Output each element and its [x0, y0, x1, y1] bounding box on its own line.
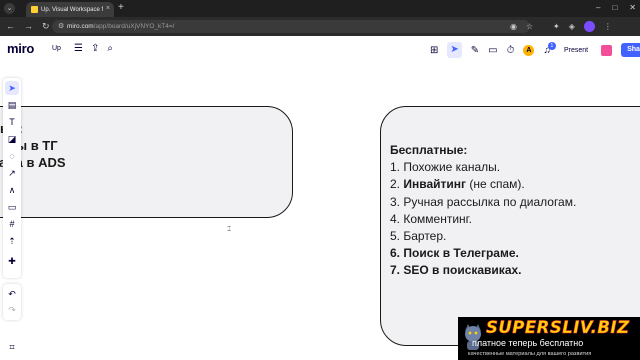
window-controls: – □ ✕ — [596, 1, 636, 15]
site-info-icon[interactable]: ⚙ — [58, 22, 64, 31]
collaboration-toolbar: ⊞ ➤ ✎ ▭ ⏱ A ♫1 Present Share — [430, 41, 640, 59]
undo-redo-panel: ↶ ↷ — [3, 284, 21, 320]
url-path: /app/board/uXjVNYO_kT4=/ — [93, 23, 175, 30]
list-item: 6. Поиск в Телеграме. — [390, 246, 519, 261]
browser-address-bar: ← → ↻ ⚙ miro.com/app/board/uXjVNYO_kT4=/… — [0, 17, 640, 36]
avatar[interactable]: A — [523, 44, 535, 56]
share-button[interactable]: Share — [621, 43, 640, 57]
extension-icons: ✦ ◈ ⋮ — [553, 21, 612, 32]
comment-tool-icon[interactable]: ▭ — [5, 200, 19, 214]
url-domain: miro.com — [67, 23, 94, 30]
omnibox-actions: ◉ ☆ — [510, 20, 533, 33]
tab-title: Up. Visual Workspace for Inno — [41, 7, 103, 13]
watermark-tagline: платное теперь бесплатно — [472, 338, 584, 348]
select-cursor-icon[interactable]: ➤ — [447, 42, 462, 58]
timer-icon[interactable]: ⏱ — [507, 45, 515, 56]
connection-line-icon[interactable]: ↗ — [5, 166, 19, 180]
close-window-icon[interactable]: ✕ — [629, 1, 636, 15]
right-card-text[interactable]: Бесплатные: 1. Похожие каналы. 2. Инвайт… — [390, 142, 640, 280]
browser-tab[interactable]: Up. Visual Workspace for Inno × — [26, 2, 114, 17]
list-item: 7. SEO в поискавиках. — [390, 263, 522, 278]
back-icon[interactable]: ← — [6, 21, 15, 32]
profile-avatar[interactable] — [583, 21, 595, 32]
maximize-icon[interactable]: □ — [612, 1, 617, 15]
browser-tab-bar: ⌄ Up. Visual Workspace for Inno × + – □ … — [0, 0, 640, 17]
mouse-cursor-icon: ⌶ — [227, 226, 232, 233]
sticky-note-icon[interactable]: ◪ — [5, 132, 19, 146]
watermark-subline: качественные материалы для вашего развит… — [468, 351, 592, 357]
frame-tool-icon[interactable]: # — [5, 217, 19, 231]
templates-icon[interactable]: ▤ — [5, 98, 19, 112]
extension-icon[interactable]: ✦ — [553, 21, 560, 32]
nav-buttons: ← → ↻ — [6, 21, 50, 32]
pink-app-icon[interactable] — [601, 44, 613, 56]
puzzle-icon[interactable]: ◈ — [569, 21, 575, 32]
url-text: miro.com/app/board/uXjVNYO_kT4=/ — [67, 22, 175, 31]
minimize-icon[interactable]: – — [596, 1, 600, 15]
export-icon[interactable]: ⇪ — [91, 42, 99, 56]
watermark-brand: SUPERSLIV.BIZ — [486, 318, 630, 338]
board-menu-icons: ☰ ⇪ ⌕ — [74, 42, 113, 56]
eye-icon[interactable]: ◉ — [510, 20, 517, 33]
miro-board[interactable]: ые: вы в ТГ ама в ADS Бесплатные: 1. Пох… — [0, 36, 640, 360]
list-item: 4. Комментинг. — [390, 211, 472, 226]
reload-icon[interactable]: ↻ — [42, 21, 50, 32]
list-item: 5. Бартер. — [390, 229, 447, 244]
watermark: SUPERSLIV.BIZ платное теперь бесплатно к… — [458, 317, 640, 360]
text-tool-icon[interactable]: T — [5, 115, 19, 129]
tab-search-icon[interactable]: ⌄ — [4, 3, 15, 14]
board-name[interactable]: Up — [52, 43, 61, 55]
url-input[interactable]: ⚙ miro.com/app/board/uXjVNYO_kT4=/ — [52, 20, 530, 33]
comment-icon[interactable]: ▭ — [488, 45, 497, 56]
redo-icon[interactable]: ↷ — [5, 303, 19, 317]
more-menu-icon[interactable]: ⋮ — [604, 21, 612, 32]
shapes-icon[interactable]: ◌ — [5, 149, 19, 163]
list-item: 1. Похожие каналы. — [390, 160, 501, 175]
miro-top-bar: miro Up ☰ ⇪ ⌕ ⊞ ➤ ✎ ▭ ⏱ A ♫ 1 Present Sha… — [0, 36, 640, 64]
new-tab-icon[interactable]: + — [118, 2, 124, 14]
forward-icon[interactable]: → — [24, 21, 33, 32]
list-item: 3. Ручная рассылка по диалогам. — [390, 194, 577, 209]
search-icon[interactable]: ⌕ — [107, 42, 113, 56]
tab-close-icon[interactable]: × — [106, 4, 110, 14]
select-tool-icon[interactable]: ➤ — [5, 81, 19, 95]
pen-icon[interactable]: ∧ — [5, 183, 19, 197]
upload-icon[interactable]: ⇡ — [5, 234, 19, 248]
apps-icon[interactable]: ⊞ — [430, 45, 438, 56]
bookmark-star-icon[interactable]: ☆ — [526, 20, 533, 33]
menu-icon[interactable]: ☰ — [74, 42, 83, 56]
card-heading: Бесплатные: — [390, 143, 468, 157]
more-apps-icon[interactable]: ✚ — [5, 254, 19, 268]
list-item: 2. Инвайтинг (не спам). — [390, 177, 525, 192]
undo-icon[interactable]: ↶ — [5, 287, 19, 301]
reactions-icon[interactable]: ✎ — [471, 45, 479, 56]
notifications-icon[interactable]: ♫ 1 — [543, 41, 556, 56]
present-button[interactable]: Present — [560, 47, 592, 54]
frames-panel-icon[interactable]: ⌗ — [5, 340, 19, 354]
miro-logo[interactable]: miro — [7, 41, 34, 57]
creation-toolbar: ➤ ▤ T ◪ ◌ ↗ ∧ ▭ # ⇡ ✚ — [3, 78, 21, 278]
miro-favicon-icon — [31, 6, 38, 13]
notification-badge: 1 — [547, 41, 556, 50]
